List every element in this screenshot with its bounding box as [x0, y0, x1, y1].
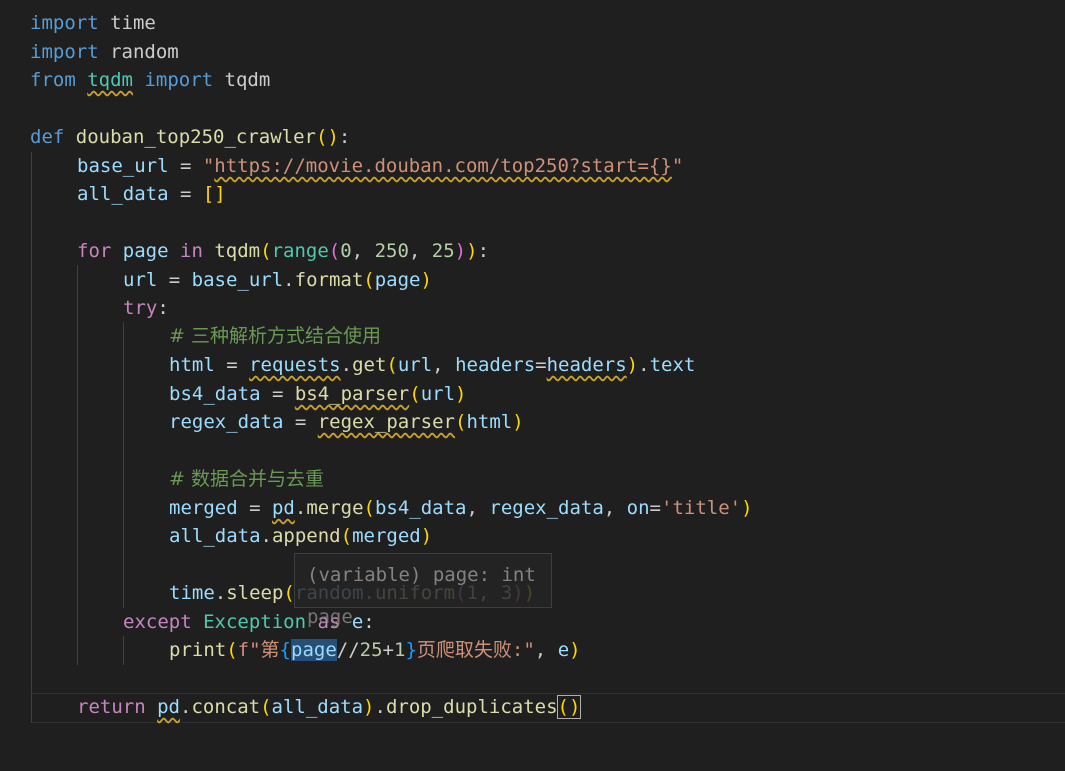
code-line-7[interactable]: all_data = []: [77, 180, 1065, 208]
code-line-1[interactable]: import time: [30, 9, 1065, 37]
tooltip-name: page: [307, 606, 353, 628]
code-line-6[interactable]: base_url = "https://movie.douban.com/top…: [77, 152, 1065, 180]
code-line-5[interactable]: def douban_top250_crawler():: [30, 123, 1065, 151]
code-line-13[interactable]: html = requests.get(url, headers=headers…: [169, 351, 1065, 379]
code-line-9[interactable]: for page in tqdm(range(0, 250, 25)):: [77, 237, 1065, 265]
code-line-22[interactable]: except Exception as e:: [123, 608, 1065, 636]
code-line-10[interactable]: url = base_url.format(page): [123, 266, 1065, 294]
code-line-15[interactable]: regex_data = regex_parser(html): [169, 408, 1065, 436]
code-line-18[interactable]: merged = pd.merge(bs4_data, regex_data, …: [169, 494, 1065, 522]
indent-guide: [77, 265, 78, 665]
code-editor[interactable]: import time import random from tqdm impo…: [0, 0, 1065, 771]
code-line-11[interactable]: try:: [123, 294, 1065, 322]
tooltip-signature: (variable) page: int: [307, 564, 536, 586]
code-line-3[interactable]: from tqdm import tqdm: [30, 66, 1065, 94]
comment-parse-methods: # 三种解析方式结合使用: [169, 325, 381, 347]
indent-guide: [31, 152, 32, 722]
code-line-23[interactable]: print(f"第{page//25+1}页爬取失败:", e): [169, 636, 1065, 664]
indent-guide: [123, 636, 124, 665]
code-line-25[interactable]: return pd.concat(all_data).drop_duplicat…: [77, 693, 1065, 721]
comment-merge-dedupe: # 数据合并与去重: [169, 468, 324, 490]
code-line-2[interactable]: import random: [30, 38, 1065, 66]
code-line-19[interactable]: all_data.append(merged): [169, 522, 1065, 550]
code-line-14[interactable]: bs4_data = bs4_parser(url): [169, 380, 1065, 408]
hover-tooltip: (variable) page: int page: [294, 553, 552, 628]
indent-guide: [123, 322, 124, 608]
